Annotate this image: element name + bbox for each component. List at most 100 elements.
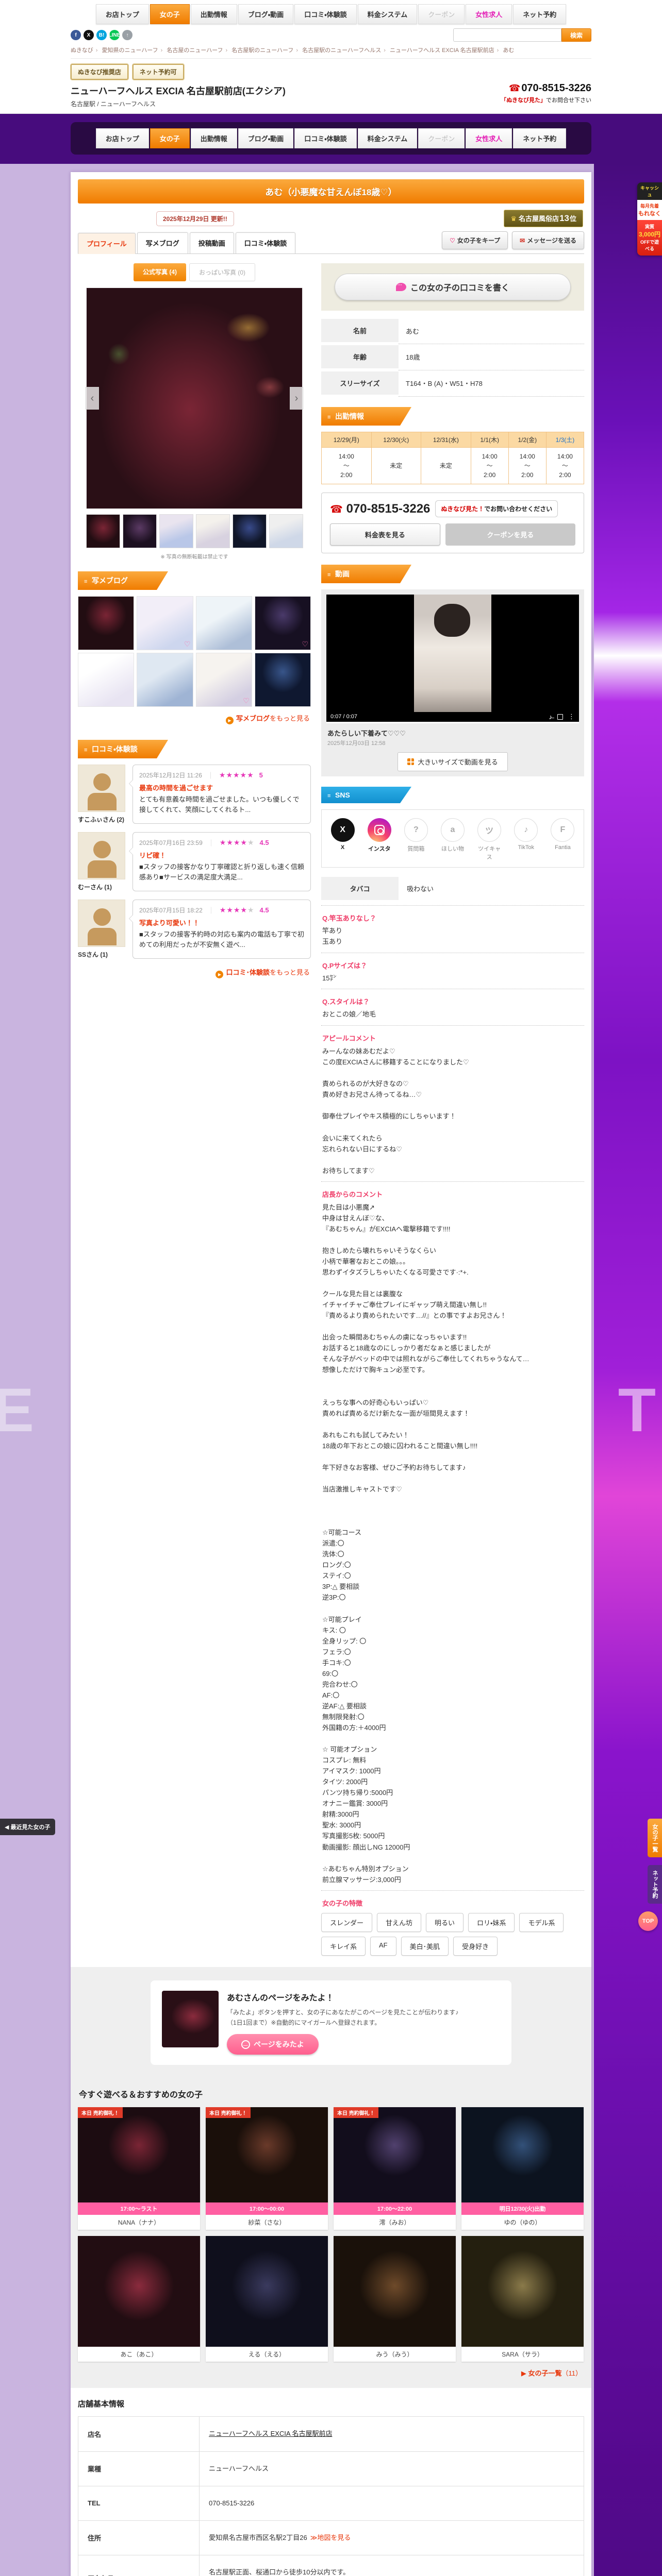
nav-net-reserve[interactable]: ネット予約 <box>513 4 567 24</box>
breadcrumb-item[interactable]: 名古屋駅のニューハーフ <box>231 47 293 54</box>
phone-number[interactable]: ☎ 070-8515-3226 <box>330 502 430 516</box>
ranking-badge[interactable]: ♛ 名古屋風俗店13位 <box>504 210 583 227</box>
breadcrumb-item[interactable]: 名古屋のニューハーフ <box>167 47 223 54</box>
feature-tag[interactable]: 美白･美肌 <box>401 1936 449 1956</box>
oppai-photos-tab[interactable]: おっぱい写真 (0) <box>189 263 256 281</box>
send-message-button[interactable]: ✉ メッセージを送る <box>512 231 584 249</box>
write-review-button[interactable]: この女の子の口コミを書く <box>335 274 571 300</box>
video-player[interactable]: 0:07 / 0:07 ♪̶ ⋮ <box>326 595 579 723</box>
girl-list-link[interactable]: ▶ 女の子一覧（11） <box>80 2368 582 2378</box>
sns-instagram[interactable]: インスタ <box>366 818 393 861</box>
feature-tag[interactable]: 甘えん坊 <box>377 1912 422 1932</box>
blog-thumbnail[interactable] <box>137 653 193 707</box>
nav-net-reserve[interactable]: ネット予約 <box>513 128 567 148</box>
nav-price[interactable]: 料金システム <box>357 4 418 24</box>
review-bubble[interactable]: 2025年07月15日 18:22 ｜ ★★★★★ 4.5 写真より可愛い！！ … <box>129 900 311 959</box>
photo-thumbnail[interactable] <box>122 514 157 548</box>
nav-shop-top[interactable]: お店トップ <box>95 128 149 148</box>
feature-tag[interactable]: モデル系 <box>519 1912 564 1932</box>
nav-reviews[interactable]: 口コミ・体験談 <box>294 4 357 24</box>
photo-prev-button[interactable]: ‹ <box>86 387 99 410</box>
blog-thumbnail[interactable]: ♡ <box>137 596 193 650</box>
photo-thumbnail[interactable] <box>159 514 193 548</box>
photo-next-button[interactable]: › <box>290 387 303 410</box>
review-title[interactable]: 最高の時間を過ごせます <box>139 783 304 792</box>
tab-photo-blog[interactable]: 写メブログ <box>137 232 188 253</box>
tab-posted-video[interactable]: 投稿動画 <box>189 232 234 253</box>
sns-x[interactable]: XX <box>329 818 356 861</box>
tab-profile[interactable]: プロフィール <box>78 233 136 254</box>
blog-thumbnail[interactable] <box>254 653 311 707</box>
feature-tag[interactable]: スレンダー <box>321 1912 373 1932</box>
photo-thumbnail[interactable] <box>232 514 267 548</box>
nav-recruit[interactable]: 女性求人 <box>466 128 512 148</box>
search-input[interactable] <box>453 28 561 42</box>
campaign-banner[interactable]: キャッシュ 毎月先着 もれなく 実質 3,000円 OFFで遊べる <box>637 182 662 256</box>
breadcrumb-item[interactable]: 名古屋駅のニューハーフヘルス <box>302 47 381 54</box>
x-icon[interactable]: X <box>84 30 94 40</box>
nav-schedule[interactable]: 出勤情報 <box>190 128 237 148</box>
share-icon[interactable]: ↑ <box>122 30 133 40</box>
feature-tag[interactable]: キレイ系 <box>321 1936 366 1956</box>
nav-recruit[interactable]: 女性求人 <box>466 4 512 24</box>
net-reserve-tab[interactable]: ネット予約 <box>648 1865 662 1904</box>
nav-blog-video[interactable]: ブログ・動画 <box>238 4 294 24</box>
map-link[interactable]: ≫地図を見る <box>310 2534 351 2541</box>
feature-tag[interactable]: ロリ・妹系 <box>468 1912 515 1932</box>
kebab-menu-icon[interactable]: ⋮ <box>568 713 575 721</box>
review-title[interactable]: リピ確！ <box>139 850 304 860</box>
tab-reviews[interactable]: 口コミ・体験談 <box>235 232 296 253</box>
review-bubble[interactable]: 2025年12月12日 11:26 ｜ ★★★★★ 5 最高の時間を過ごせます … <box>129 765 311 824</box>
review-bubble[interactable]: 2025年07月16日 23:59 ｜ ★★★★★ 4.5 リピ確！ ■スタッフ… <box>129 832 311 891</box>
breadcrumb-item[interactable]: 愛知県のニューハーフ <box>102 47 158 54</box>
photo-thumbnail[interactable] <box>269 514 303 548</box>
mitayo-button[interactable]: ページをみたよ <box>227 2034 319 2055</box>
nav-girls[interactable]: 女の子 <box>150 128 190 148</box>
blog-thumbnail[interactable]: ♡ <box>254 596 311 650</box>
shop-name-link[interactable]: ニューハーフヘルス EXCIA 名古屋駅前店 <box>209 2430 332 2437</box>
line-icon[interactable]: LINE <box>109 30 120 40</box>
feature-tag[interactable]: 明るい <box>426 1912 464 1932</box>
nav-reviews[interactable]: 口コミ・体験談 <box>294 128 357 148</box>
photo-thumbnail[interactable] <box>86 514 120 548</box>
nav-price[interactable]: 料金システム <box>357 128 418 148</box>
blog-thumbnail[interactable] <box>78 596 135 650</box>
girl-card[interactable]: 本日 売約御礼！ 17:00～ラスト NANA（ナナ） <box>78 2107 200 2230</box>
big-video-button[interactable]: 大きいサイズで動画を見る <box>398 752 508 771</box>
feature-tag[interactable]: 受身好き <box>453 1936 498 1956</box>
nav-blog-video[interactable]: ブログ・動画 <box>238 128 294 148</box>
shop-phone[interactable]: ☎ 070-8515-3226 <box>501 82 591 94</box>
girl-card[interactable]: 本日 売約御礼！ 17:00～00:00 紗菜（さな） <box>206 2107 328 2230</box>
photo-thumbnail[interactable] <box>195 514 230 548</box>
girl-card[interactable]: みう（みう） <box>334 2236 456 2362</box>
girl-card[interactable]: 本日 売約御礼！ 17:00～22:00 澪（みお） <box>334 2107 456 2230</box>
fullscreen-icon[interactable] <box>557 714 563 720</box>
breadcrumb-item[interactable]: ニューハーフヘルス EXCIA 名古屋駅前店 <box>390 47 494 54</box>
search-button[interactable]: 検索 <box>561 28 591 42</box>
facebook-icon[interactable]: f <box>71 30 81 40</box>
mute-icon[interactable]: ♪̶ <box>549 713 553 721</box>
blog-thumbnail[interactable] <box>78 653 135 707</box>
feature-tag[interactable]: AF <box>370 1936 396 1956</box>
girl-list-tab[interactable]: 女の子一覧 <box>648 1819 662 1857</box>
price-list-button[interactable]: 料金表を見る <box>330 523 440 546</box>
page-top-button[interactable]: TOP <box>638 1911 658 1931</box>
nav-schedule[interactable]: 出勤情報 <box>190 4 237 24</box>
hatena-icon[interactable]: B! <box>96 30 107 40</box>
blog-thumbnail[interactable]: ♡ <box>195 653 252 707</box>
recently-viewed-tab[interactable]: ◀ 最近見た女の子 <box>0 1819 55 1835</box>
girl-card[interactable]: SARA（サラ） <box>461 2236 584 2362</box>
breadcrumb-item[interactable]: ぬきなび <box>71 47 93 54</box>
girl-card[interactable]: える（える） <box>206 2236 328 2362</box>
blog-more-link[interactable]: ▶ 写メブログをもっと見る <box>79 713 310 724</box>
video-progress-bar[interactable] <box>326 722 579 723</box>
reviews-more-link[interactable]: ▶ 口コミ･体験談をもっと見る <box>79 967 310 978</box>
blog-thumbnail[interactable] <box>195 596 252 650</box>
girl-card[interactable]: あこ（あこ） <box>78 2236 200 2362</box>
official-photos-tab[interactable]: 公式写真 (4) <box>133 263 186 281</box>
review-title[interactable]: 写真より可愛い！！ <box>139 918 304 927</box>
keep-girl-button[interactable]: ♡ 女の子をキープ <box>442 231 508 249</box>
nav-shop-top[interactable]: お店トップ <box>95 4 149 24</box>
nav-girls[interactable]: 女の子 <box>150 4 190 24</box>
girl-card[interactable]: 明日12/30(火)出勤 ゆの（ゆの） <box>461 2107 584 2230</box>
